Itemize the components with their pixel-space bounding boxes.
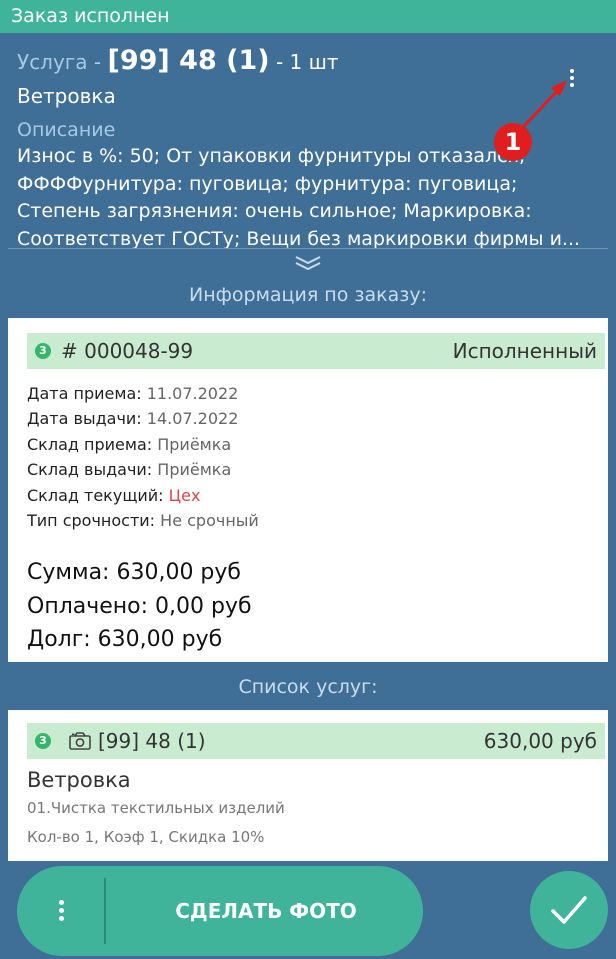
service-code: [99] 48 (1) <box>107 45 270 76</box>
service-qty: - 1 шт <box>269 50 339 74</box>
info-row-issue-date: Дата выдачи: 14.07.2022 <box>27 406 259 431</box>
service-list-item[interactable]: 3 [99] 48 (1) 630,00 руб Ветровка 01.Чис… <box>8 710 608 861</box>
more-menu-icon[interactable] <box>564 67 580 93</box>
info-label: Дата выдачи: <box>27 409 142 429</box>
service-item-code: [99] 48 (1) <box>98 729 206 753</box>
info-label: Склад приема: <box>27 434 153 454</box>
confirm-button[interactable] <box>530 871 608 949</box>
info-row-receive-date: Дата приема: 11.07.2022 <box>27 381 259 406</box>
service-status-badge: 3 <box>35 733 51 749</box>
take-photo-group: СДЕЛАТЬ ФОТО <box>17 866 423 956</box>
expand-toggle[interactable] <box>8 248 608 276</box>
service-prefix: Услуга - <box>17 50 108 74</box>
info-value: Не срочный <box>160 511 259 531</box>
service-item-name: Ветровка <box>27 768 131 792</box>
info-label: Склад текущий: <box>27 485 164 505</box>
description-title: Описание <box>17 119 116 141</box>
take-photo-button[interactable]: СДЕЛАТЬ ФОТО <box>125 866 407 956</box>
info-value: 11.07.2022 <box>146 384 239 403</box>
order-paid: Оплачено: 0,00 руб <box>27 593 252 619</box>
button-divider <box>104 878 106 944</box>
service-title-line: Услуга - [99] 48 (1) - 1 шт <box>17 45 339 76</box>
info-label: Тип срочности: <box>27 511 156 531</box>
info-row-urgency: Тип срочности: Не срочный <box>27 508 259 533</box>
service-item-price: 630,00 руб <box>483 729 597 753</box>
order-info-list: Дата приема: 11.07.2022 Дата выдачи: 14.… <box>27 381 259 533</box>
info-value: Цех <box>168 485 201 505</box>
order-totals: Сумма: 630,00 руб Оплачено: 0,00 руб Дол… <box>27 556 252 657</box>
service-name: Ветровка <box>17 84 116 108</box>
more-options-icon[interactable] <box>55 900 67 926</box>
info-row-issue-warehouse: Склад выдачи: Приёмка <box>27 457 259 482</box>
order-number: # 000048-99 <box>61 339 194 363</box>
order-debt: Долг: 630,00 руб <box>27 627 223 652</box>
double-chevron-down-icon <box>295 256 321 271</box>
info-row-current-warehouse: Склад текущий: Цех <box>27 483 259 508</box>
order-status: Исполненный <box>452 339 597 363</box>
info-value: 14.07.2022 <box>146 409 239 429</box>
service-item-header[interactable]: 3 [99] 48 (1) 630,00 руб <box>27 723 605 759</box>
services-list-title: Список услуг: <box>238 676 378 698</box>
annotation-badge: 1 <box>494 123 532 161</box>
order-info-title: Информация по заказу: <box>189 284 427 306</box>
order-card: 3 # 000048-99 Исполненный Дата приема: 1… <box>8 318 608 662</box>
order-status-badge: 3 <box>35 343 51 359</box>
order-header-row[interactable]: 3 # 000048-99 Исполненный <box>27 333 605 369</box>
check-icon <box>551 896 587 924</box>
info-row-receive-warehouse: Склад приема: Приёмка <box>27 432 259 457</box>
service-item-params: Кол-во 1, Коэф 1, Скидка 10% <box>27 828 265 846</box>
camera-icon <box>69 732 91 750</box>
order-sum: Сумма: 630,00 руб <box>27 560 241 585</box>
info-value: Приёмка <box>157 434 232 454</box>
service-item-category: 01.Чистка текстильных изделий <box>27 799 285 817</box>
info-value: Приёмка <box>157 460 232 480</box>
info-label: Склад выдачи: <box>27 460 153 480</box>
window-title: Заказ исполнен <box>0 0 616 33</box>
info-label: Дата приема: <box>27 384 142 403</box>
bottom-action-bar: СДЕЛАТЬ ФОТО <box>0 861 616 959</box>
window-title-text: Заказ исполнен <box>11 5 170 27</box>
